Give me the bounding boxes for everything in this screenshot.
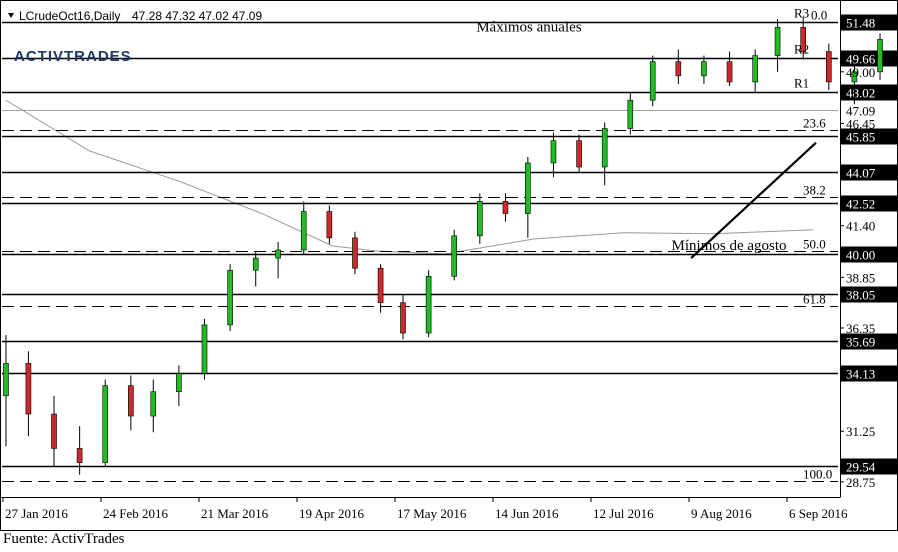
candle-body-6	[150, 391, 157, 417]
time-label-8: 6 Sep 2016	[789, 506, 848, 521]
fib-label-0: 0.0	[811, 8, 827, 23]
symbol-label: LCrudeOct16,Daily	[19, 9, 120, 23]
candle-body-24	[601, 128, 608, 168]
price-label-5: 31.25	[846, 424, 875, 439]
candle-body-23	[576, 140, 582, 168]
time-label-7: 9 Aug 2016	[691, 506, 752, 521]
candle-body-22	[550, 140, 557, 164]
pivot-label-R3: R3	[794, 6, 809, 21]
price-label-4: 36.35	[846, 321, 875, 336]
level-value-5: 44.07	[846, 166, 876, 181]
time-label-3: 19 Apr 2016	[299, 506, 365, 521]
ohlc-values: 47.28 47.32 47.02 47.09	[132, 9, 262, 23]
level-value-11: 29.54	[846, 460, 876, 475]
candle-body-30	[752, 55, 758, 83]
candle-body-25	[627, 99, 634, 129]
candle-body-27	[675, 61, 682, 77]
price-chart: 51.48R349.66R248.02R147.0945.8544.0742.5…	[0, 0, 898, 531]
price-label-6: 28.75	[846, 475, 875, 490]
level-value-8: 38.05	[846, 288, 875, 303]
fib-label-2: 38.2	[803, 183, 826, 198]
candle-body-3	[76, 448, 83, 463]
level-value-6: 42.52	[846, 197, 875, 212]
candle-body-10	[252, 257, 259, 271]
price-label-0: 49.00	[846, 65, 875, 80]
time-label-6: 12 Jul 2016	[593, 506, 654, 521]
price-label-3: 38.85	[846, 270, 875, 285]
candle-body-2	[51, 413, 57, 449]
chart-frame	[0, 0, 898, 531]
level-value-9: 35.69	[846, 335, 875, 350]
time-label-1: 24 Feb 2016	[103, 506, 169, 521]
candle-body-33	[825, 51, 832, 83]
fib-label-1: 23.6	[803, 116, 826, 131]
time-label-4: 17 May 2016	[397, 506, 467, 521]
candle-body-7	[176, 373, 182, 393]
candle-body-20	[502, 201, 509, 214]
candle-body-1	[25, 363, 32, 415]
candle-body-19	[477, 201, 483, 237]
chart-header: LCrudeOct16,Daily 47.28 47.32 47.02 47.0…	[8, 9, 262, 23]
fib-label-5: 100.0	[803, 467, 832, 482]
candle-body-31	[774, 26, 781, 56]
candle-body-18	[451, 235, 458, 277]
price-scale-layer: 49.00 46.45 41.40 38.85 36.35 31.25 28.75	[840, 65, 875, 490]
logo-wordmark: ACTIVTRADES	[14, 48, 132, 65]
candle-body-29	[726, 61, 733, 83]
candle-body-0	[3, 363, 9, 397]
candle-body-16	[400, 302, 406, 334]
time-label-0: 27 Jan 2016	[5, 506, 68, 521]
candle-body-17	[425, 276, 432, 334]
candle-body-35	[877, 39, 883, 73]
annotation-0: Máximos anuales	[476, 19, 582, 35]
candle-body-21	[525, 162, 531, 214]
level-value-2: 48.02	[846, 86, 875, 101]
price-label-1: 46.45	[846, 116, 875, 131]
pivot-label-R1: R1	[794, 76, 809, 91]
candle-body-15	[377, 267, 384, 303]
candle-body-28	[701, 61, 707, 77]
candle-body-11	[275, 249, 281, 259]
fib-label-4: 61.8	[803, 292, 826, 307]
candle-body-12	[300, 211, 307, 251]
annotation-1: Mínimos de agosto	[672, 238, 787, 254]
time-label-2: 21 Mar 2016	[201, 506, 269, 521]
source-caption: Fuente: ActivTrades	[3, 531, 125, 547]
candle-body-9	[227, 269, 233, 326]
candle-body-32	[800, 26, 806, 52]
candle-body-8	[201, 324, 208, 374]
fib-label-3: 50.0	[803, 237, 826, 252]
candle-body-14	[352, 237, 358, 269]
candle-body-26	[649, 61, 656, 101]
level-value-7: 40.00	[846, 248, 875, 263]
time-label-5: 14 Jun 2016	[495, 506, 559, 521]
candle-body-13	[326, 211, 333, 239]
activtrades-logo: ACTIVTRADES	[14, 48, 132, 65]
candle-body-4	[102, 385, 109, 463]
level-value-10: 34.13	[846, 367, 875, 382]
candle-body-5	[128, 385, 134, 417]
level-value-4: 45.85	[846, 130, 875, 145]
level-value-0: 51.48	[846, 16, 875, 31]
price-label-2: 41.40	[846, 219, 875, 234]
